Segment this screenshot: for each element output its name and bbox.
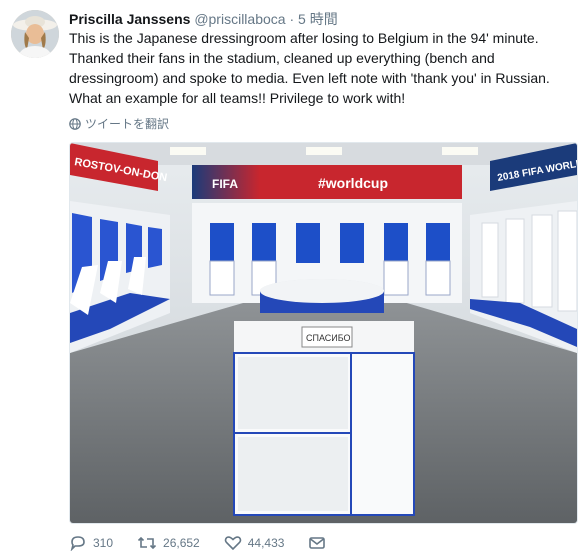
translate-tweet-link[interactable]: ツイートを翻訳 [69,115,169,132]
retweet-count: 26,652 [163,536,200,550]
globe-icon [69,117,81,130]
thank-you-note: СПАСИБО [306,333,351,343]
tweet-text: This is the Japanese dressingroom after … [69,30,550,106]
like-icon [224,536,242,551]
tweet-photo[interactable]: ROSTOV-ON-DON FIFA #worldcup 2018 FIFA W… [69,142,578,524]
center-banner-fifa: FIFA [212,177,238,191]
tweet-actions: 310 26,652 44,433 [69,533,350,553]
avatar[interactable] [11,10,59,58]
retweet-button[interactable]: 26,652 [137,535,200,551]
author-handle[interactable]: @priscillaboca [194,11,285,27]
dm-icon [309,537,326,549]
translate-label: ツイートを翻訳 [85,117,170,131]
tweet-timestamp[interactable]: 5 時間 [298,11,338,27]
like-count: 44,433 [247,536,285,550]
dressing-room-image: ROSTOV-ON-DON FIFA #worldcup 2018 FIFA W… [70,143,577,523]
center-banner-hashtag: #worldcup [318,175,388,191]
retweet-icon [137,536,157,550]
separator-dot: · [289,11,295,27]
reply-count: 310 [93,536,114,550]
like-button[interactable]: 44,433 [224,535,285,551]
reply-button[interactable]: 310 [69,535,113,551]
reply-icon [70,536,85,551]
direct-message-button[interactable] [308,535,326,551]
author-name[interactable]: Priscilla Janssens [69,11,190,27]
tweet-header: Priscilla Janssens @priscillaboca · 5 時間 [69,9,338,29]
